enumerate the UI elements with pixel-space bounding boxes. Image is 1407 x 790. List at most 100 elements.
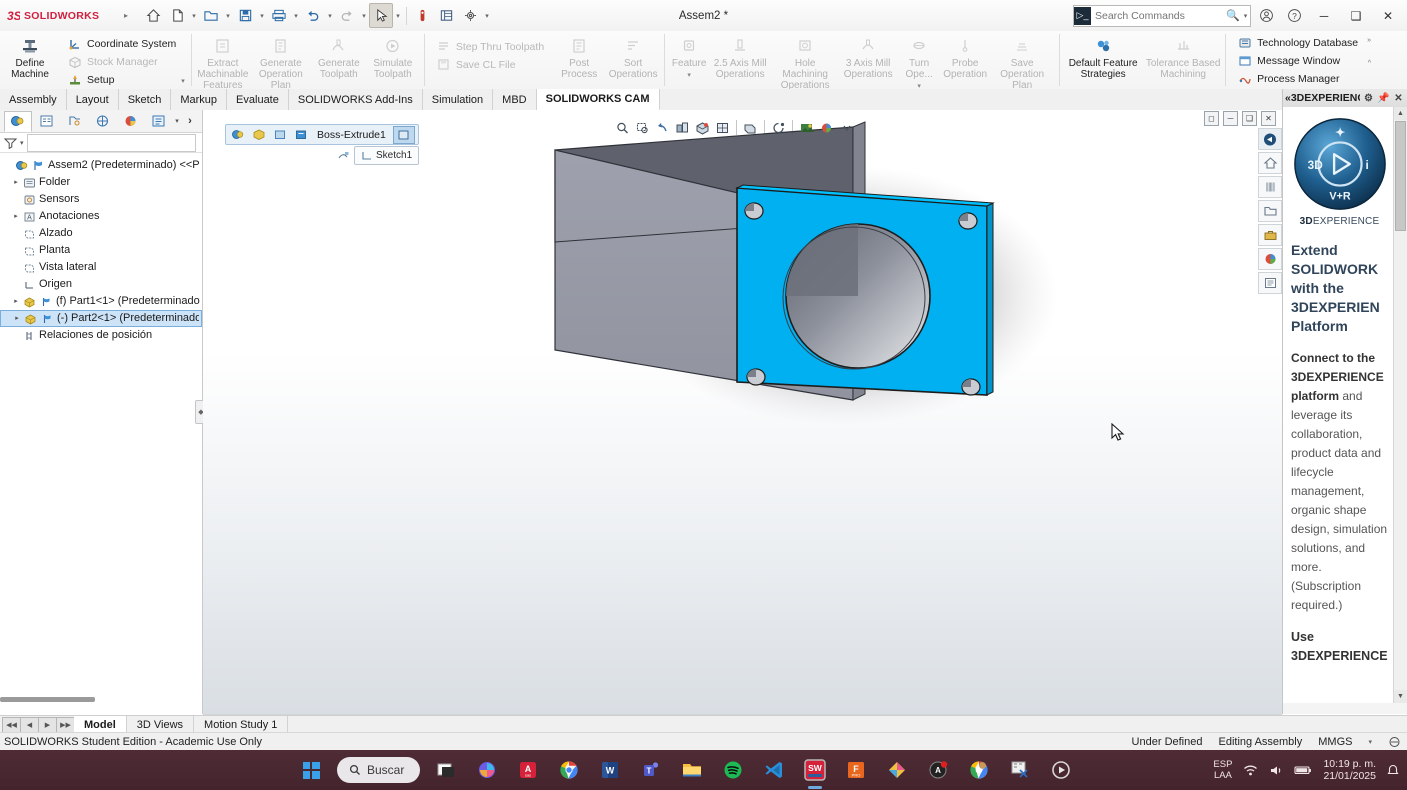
3dexperience-compass-logo[interactable]: 3D i ✦ V+R	[1291, 115, 1389, 213]
machine-group-caret[interactable]: ▾	[181, 77, 187, 87]
default-feature-strategies-button[interactable]: Default Feature Strategies	[1064, 33, 1142, 80]
scroll-up-button[interactable]: ▲	[1394, 107, 1407, 120]
breadcrumb-select-icon[interactable]	[392, 125, 415, 144]
tree-item-sensors[interactable]: Sensors	[0, 191, 202, 208]
volume-icon[interactable]	[1269, 764, 1283, 777]
spotify-icon[interactable]	[718, 755, 748, 785]
snipping-tool-icon[interactable]	[1005, 755, 1035, 785]
scroll-down-button[interactable]: ▼	[1394, 690, 1407, 703]
generate-toolpath-button[interactable]: Generate Toolpath	[312, 33, 366, 80]
redo-caret[interactable]: ▾	[359, 4, 369, 27]
breadcrumb[interactable]: Boss-Extrude1	[225, 124, 419, 145]
display-icon[interactable]	[434, 3, 458, 28]
filter-icon[interactable]	[4, 137, 17, 149]
sheet-tab-model[interactable]: Model	[74, 716, 127, 733]
toolbox-icon[interactable]	[1258, 224, 1282, 246]
search-input[interactable]	[1091, 8, 1225, 23]
custom-properties-icon[interactable]	[1258, 272, 1282, 294]
task-view-icon[interactable]	[431, 755, 461, 785]
print-caret[interactable]: ▾	[291, 4, 301, 27]
dimxpert-icon[interactable]	[88, 111, 116, 132]
tree-item-part1[interactable]: ▸ (f) Part1<1> (Predeterminado	[0, 293, 202, 310]
restore-button[interactable]: ❑	[1341, 2, 1371, 30]
graphics-area[interactable]: ◻ ─ ❑ ✕ Boss-Extrude1 Sketch1	[203, 110, 1282, 714]
options-gear-icon[interactable]	[458, 3, 482, 28]
select-icon[interactable]	[369, 3, 393, 28]
tree-item-origen[interactable]: Origen	[0, 276, 202, 293]
tree-panel-resize-handle[interactable]	[0, 697, 95, 702]
tab-mbd[interactable]: MBD	[493, 89, 537, 110]
close-icon[interactable]: ✕	[1392, 93, 1405, 104]
vscode-icon[interactable]	[759, 755, 789, 785]
extract-machinable-features-button[interactable]: Extract Machinable Features	[196, 33, 250, 89]
adobe-acrobat-icon[interactable]: Asas	[513, 755, 543, 785]
zoom-to-area-icon[interactable]	[633, 118, 652, 137]
undo-caret[interactable]: ▾	[325, 4, 335, 27]
display-manager-icon[interactable]	[116, 111, 144, 132]
stock-manager-button[interactable]: Stock Manager	[64, 53, 179, 70]
3dexperience-icon[interactable]	[1258, 128, 1282, 150]
setup-button[interactable]: Setup	[64, 71, 179, 88]
next-sheet-button[interactable]: ▶	[38, 716, 57, 733]
previous-view-icon[interactable]	[653, 118, 672, 137]
chrome-beta-icon[interactable]	[964, 755, 994, 785]
pin-icon[interactable]: 📌	[1377, 93, 1390, 104]
word-icon[interactable]: W	[595, 755, 625, 785]
hide-show-items-icon[interactable]	[741, 118, 760, 137]
document-minimize-button[interactable]: ─	[1223, 111, 1238, 126]
battery-icon[interactable]	[1294, 764, 1312, 776]
new-document-caret[interactable]: ▾	[189, 4, 199, 27]
new-document-icon[interactable]	[165, 3, 189, 28]
cam-tree-icon[interactable]	[144, 111, 172, 132]
tab-assembly[interactable]: Assembly	[0, 89, 67, 110]
units-label[interactable]: MMGS	[1318, 736, 1352, 748]
tab-simulation[interactable]: Simulation	[422, 89, 494, 110]
tree-item-vista-lateral[interactable]: Vista lateral	[0, 259, 202, 276]
define-machine-button[interactable]: Define Machine	[3, 33, 57, 80]
section-view-icon[interactable]	[673, 118, 692, 137]
mill3-operations-button[interactable]: 3 Axis Mill Operations	[839, 33, 897, 80]
body-crumb-icon[interactable]	[271, 127, 289, 143]
tree-item-folder[interactable]: ▸ Folder	[0, 174, 202, 191]
tree-item-planta[interactable]: Planta	[0, 242, 202, 259]
hole-machining-operations-button[interactable]: Hole Machining Operations	[771, 33, 839, 89]
probe-operation-button[interactable]: Probe Operation	[941, 33, 989, 80]
design-library-icon[interactable]	[1258, 176, 1282, 198]
file-explorer-icon[interactable]	[1258, 200, 1282, 222]
breadcrumb-pill[interactable]: Boss-Extrude1	[225, 124, 419, 145]
ribbon-overflow-caret[interactable]: »	[1367, 37, 1373, 46]
headsup-caret-icon[interactable]	[837, 118, 856, 137]
view-settings-icon[interactable]	[817, 118, 836, 137]
solidworks-logo[interactable]: 3S SOLIDWORKS	[0, 9, 119, 22]
apply-scene-icon[interactable]	[797, 118, 816, 137]
document-maximize-button[interactable]: ❑	[1242, 111, 1257, 126]
teams-icon[interactable]: T	[636, 755, 666, 785]
paint3d-icon[interactable]	[882, 755, 912, 785]
tree-expand-toggle[interactable]: ▸	[10, 208, 22, 225]
view-orientation-icon[interactable]	[693, 118, 712, 137]
assembly-crumb-icon[interactable]	[229, 127, 247, 143]
print-icon[interactable]	[267, 3, 291, 28]
tree-expand-toggle[interactable]: ▸	[10, 174, 22, 191]
tree-item-alzado[interactable]: Alzado	[0, 225, 202, 242]
home-icon[interactable]	[1258, 152, 1282, 174]
appearances-icon[interactable]	[1258, 248, 1282, 270]
open-icon[interactable]	[199, 3, 223, 28]
language-indicator[interactable]: ESP LAA	[1213, 759, 1232, 781]
measure-icon[interactable]	[410, 3, 434, 28]
tree-expand-toggle[interactable]: ▸	[10, 293, 22, 310]
tolerance-based-machining-button[interactable]: Tolerance Based Machining	[1145, 33, 1221, 80]
step-thru-toolpath-button[interactable]: Step Thru Toolpath	[433, 38, 547, 55]
search-caret[interactable]: ▾	[1241, 12, 1250, 20]
search-commands-box[interactable]: ▷_ 🔍 ▾	[1073, 4, 1251, 27]
simulate-toolpath-button[interactable]: Simulate Toolpath	[366, 33, 420, 80]
feature-dropdown-caret[interactable]: ▾	[687, 70, 691, 81]
scrollbar-thumb[interactable]	[1395, 121, 1406, 231]
feature-tree-icon[interactable]	[4, 110, 32, 132]
tab-sketch[interactable]: Sketch	[118, 89, 172, 110]
clock[interactable]: 10:19 p. m. 21/01/2025	[1323, 758, 1376, 782]
previous-sheet-button[interactable]: ◀	[20, 716, 39, 733]
solidworks-icon[interactable]: SW	[800, 755, 830, 785]
help-icon[interactable]: ?	[1281, 3, 1307, 29]
post-process-button[interactable]: Post Process	[552, 33, 606, 80]
